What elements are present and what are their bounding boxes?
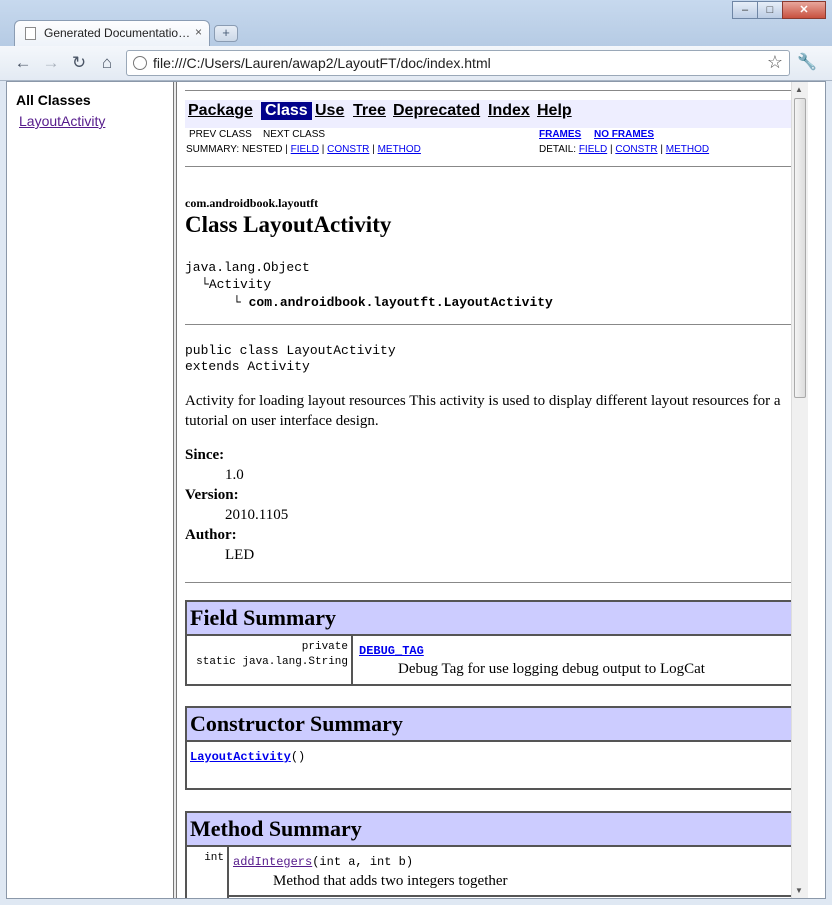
- close-window-button[interactable]: ✕: [782, 1, 826, 19]
- top-rule: [185, 90, 800, 91]
- detail-nav: DETAIL: FIELD | CONSTR | METHOD: [539, 144, 710, 155]
- scroll-up-icon[interactable]: ▲: [795, 85, 803, 94]
- summary-nav: SUMMARY: NESTED | FIELD | CONSTR | METHO…: [186, 144, 421, 155]
- browser-toolbar: ← → ↻ ⌂ file:///C:/Users/Lauren/awap2/La…: [0, 46, 832, 81]
- tab-title: Generated Documentatio…: [44, 26, 191, 40]
- page-content: All Classes LayoutActivity Package Class…: [6, 81, 826, 899]
- description-rule: [185, 582, 800, 583]
- method-row-divider: [229, 895, 799, 897]
- hierarchy-root: java.lang.Object: [185, 260, 310, 275]
- page-icon: [25, 27, 36, 40]
- hierarchy-level-1: Activity: [208, 277, 272, 292]
- nav-package[interactable]: Package: [188, 102, 253, 120]
- nav-help[interactable]: Help: [537, 102, 572, 120]
- vertical-scrollbar[interactable]: ▲ ▼: [791, 82, 808, 898]
- wrench-icon[interactable]: 🔧: [797, 52, 817, 72]
- class-frame: Package Class Use Tree Deprecated Index …: [177, 82, 808, 898]
- field-description: Debug Tag for use logging debug output t…: [398, 661, 705, 677]
- declaration-line-1: public class LayoutActivity: [185, 343, 396, 358]
- next-class: NEXT CLASS: [263, 129, 326, 140]
- detail-field-link[interactable]: FIELD: [579, 144, 607, 155]
- version-value: 2010.1105: [225, 507, 289, 523]
- debug-tag-link[interactable]: DEBUG_TAG: [359, 644, 424, 658]
- title-bar: Generated Documentatio… × + – □ ✕: [0, 0, 832, 46]
- nav-index[interactable]: Index: [488, 102, 530, 120]
- constructor-summary-table: Constructor Summary LayoutActivity(): [185, 706, 799, 790]
- address-bar[interactable]: file:///C:/Users/Lauren/awap2/LayoutFT/d…: [126, 50, 790, 76]
- tab-close-icon[interactable]: ×: [195, 25, 202, 39]
- hierarchy-rule: [185, 324, 800, 325]
- new-tab-button[interactable]: +: [214, 25, 238, 42]
- back-arrow-icon[interactable]: ←: [12, 52, 34, 74]
- layoutactivity-constructor-link[interactable]: LayoutActivity: [190, 750, 291, 764]
- class-title: Class LayoutActivity: [185, 212, 392, 237]
- browser-tab[interactable]: Generated Documentatio… ×: [14, 20, 210, 46]
- prev-class: PREV CLASS: [189, 129, 252, 140]
- nav-tree[interactable]: Tree: [353, 102, 386, 120]
- summary-field-link[interactable]: FIELD: [291, 144, 319, 155]
- scrollbar-thumb[interactable]: [794, 98, 806, 398]
- nav-class: Class: [261, 102, 312, 120]
- no-frames-link[interactable]: NO FRAMES: [594, 129, 654, 140]
- method-summary-title: Method Summary: [187, 813, 797, 847]
- field-summary-title: Field Summary: [187, 602, 797, 636]
- field-summary-table: Field Summary private static java.lang.S…: [185, 600, 799, 686]
- summary-method-link[interactable]: METHOD: [378, 144, 421, 155]
- hierarchy-branch-2: └ com.androidbook.layoutft.LayoutActivit…: [233, 295, 553, 310]
- since-value: 1.0: [225, 467, 244, 483]
- globe-icon: [133, 56, 147, 70]
- declaration-line-2: extends Activity: [185, 359, 310, 374]
- minimize-button[interactable]: –: [732, 1, 758, 19]
- author-label: Author:: [185, 527, 237, 543]
- hierarchy-level-2: com.androidbook.layoutft.LayoutActivity: [248, 295, 553, 310]
- field-modifier-1: private: [301, 641, 348, 653]
- class-link-layoutactivity[interactable]: LayoutActivity: [19, 113, 105, 129]
- detail-constr-link[interactable]: CONSTR: [615, 144, 657, 155]
- nav-deprecated[interactable]: Deprecated: [393, 102, 480, 120]
- class-description: Activity for loading layout resources Th…: [185, 393, 781, 429]
- nav-rule: [185, 166, 800, 167]
- add-integers-link[interactable]: addIntegers: [233, 855, 312, 869]
- field-modifier-2: static java.lang.String: [196, 656, 348, 668]
- constructor-signature: LayoutActivity(): [190, 750, 305, 764]
- method-return-type: int: [204, 852, 224, 864]
- reload-icon[interactable]: ↻: [68, 52, 90, 74]
- method-description: Method that adds two integers together: [273, 873, 508, 889]
- method-summary-table: Method Summary int addIntegers(int a, in…: [185, 811, 799, 898]
- summary-label: SUMMARY: NESTED |: [186, 144, 288, 155]
- since-label: Since:: [185, 447, 225, 463]
- scroll-down-icon[interactable]: ▼: [795, 886, 803, 895]
- frames-link[interactable]: FRAMES: [539, 129, 581, 140]
- summary-constr-link[interactable]: CONSTR: [327, 144, 369, 155]
- maximize-button[interactable]: □: [757, 1, 783, 19]
- detail-label: DETAIL:: [539, 144, 577, 155]
- method-params: (int a, int b): [312, 855, 414, 869]
- url-text: file:///C:/Users/Lauren/awap2/LayoutFT/d…: [153, 55, 491, 71]
- nav-use[interactable]: Use: [315, 102, 344, 120]
- bookmark-star-icon[interactable]: ☆: [767, 52, 783, 73]
- hierarchy-branch-1: └Activity: [201, 277, 272, 292]
- nav-bar: Package Class Use Tree Deprecated Index …: [185, 100, 796, 128]
- forward-arrow-icon[interactable]: →: [40, 52, 62, 74]
- detail-method-link[interactable]: METHOD: [666, 144, 709, 155]
- author-value: LED: [225, 547, 255, 563]
- home-icon[interactable]: ⌂: [96, 52, 118, 74]
- version-label: Version:: [185, 487, 239, 503]
- constructor-params: (): [290, 750, 306, 764]
- all-classes-heading: All Classes: [16, 92, 91, 108]
- constructor-summary-title: Constructor Summary: [187, 708, 797, 742]
- method-signature: addIntegers(int a, int b): [233, 855, 413, 869]
- all-classes-frame: All Classes LayoutActivity: [7, 82, 173, 898]
- window-controls: – □ ✕: [732, 1, 826, 19]
- package-name: com.androidbook.layoutft: [185, 196, 319, 210]
